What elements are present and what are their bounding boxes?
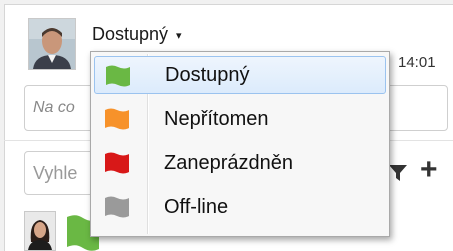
status-option-label: Dostupný bbox=[165, 63, 250, 86]
user-avatar[interactable] bbox=[28, 18, 76, 70]
orange-flag-icon bbox=[105, 108, 129, 130]
timestamp: 14:01 bbox=[398, 54, 436, 71]
red-flag-icon bbox=[105, 152, 129, 174]
woman-portrait-icon bbox=[25, 212, 55, 250]
status-menu: Dostupný Nepřítomen Zaneprázdněn Off-lin… bbox=[90, 51, 390, 237]
status-option-label: Off-line bbox=[164, 195, 229, 218]
filter-icon[interactable] bbox=[388, 163, 408, 183]
gray-flag-icon bbox=[105, 196, 129, 218]
contact-avatar[interactable] bbox=[24, 211, 56, 251]
caret-down-icon: ▾ bbox=[176, 29, 182, 42]
man-portrait-icon bbox=[29, 19, 75, 69]
status-option-label: Nepřítomen bbox=[164, 107, 269, 130]
status-option-label: Zaneprázdněn bbox=[164, 151, 293, 174]
current-status-label: Dostupný bbox=[92, 23, 169, 44]
status-dropdown-trigger[interactable]: Dostupný ▾ bbox=[92, 22, 182, 46]
status-option-busy[interactable]: Zaneprázdněn bbox=[94, 144, 386, 182]
status-option-offline[interactable]: Off-line bbox=[94, 188, 386, 226]
green-flag-icon bbox=[106, 65, 130, 87]
status-option-away[interactable]: Nepřítomen bbox=[94, 100, 386, 138]
status-option-available[interactable]: Dostupný bbox=[94, 56, 386, 94]
add-contact-button[interactable]: + bbox=[420, 155, 438, 185]
